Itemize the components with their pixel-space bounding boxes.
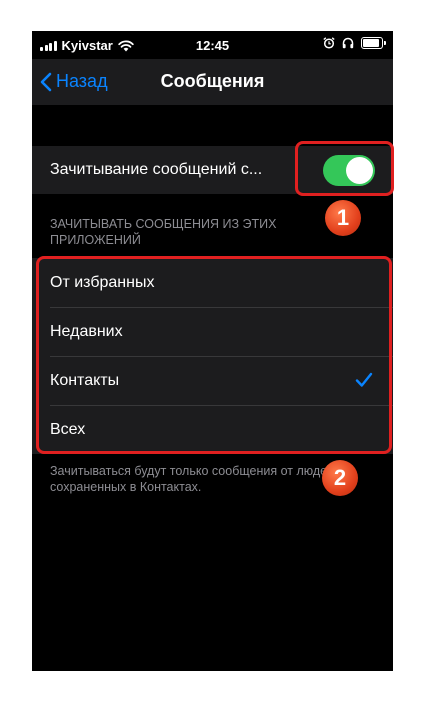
step-badge-2: 2 (322, 460, 358, 496)
status-bar: Kyivstar 12:45 (32, 31, 393, 59)
back-label: Назад (56, 71, 108, 91)
chevron-left-icon (40, 72, 52, 91)
status-right (323, 37, 386, 49)
back-button[interactable]: Назад (40, 71, 108, 92)
headphones-icon (342, 37, 354, 49)
step-badge-1: 1 (325, 200, 361, 236)
navigation-bar: Назад Сообщения (32, 59, 393, 105)
battery-icon (361, 37, 386, 49)
battery-level (363, 39, 379, 47)
read-messages-label: Зачитывание сообщений с... (50, 161, 263, 178)
options-highlight-box (36, 256, 392, 454)
alarm-icon (323, 37, 335, 49)
section-header: Зачитывать сообщения из этих приложений (50, 217, 277, 247)
toggle-highlight-box (295, 141, 394, 196)
